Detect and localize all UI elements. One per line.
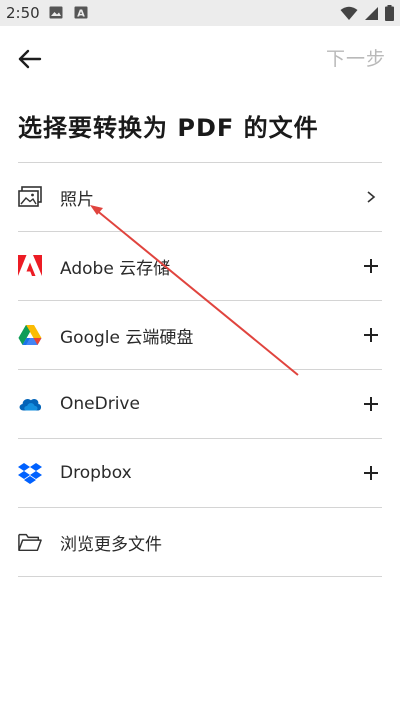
battery-icon	[385, 5, 394, 21]
next-step-button[interactable]: 下一步	[326, 44, 386, 71]
photo-icon	[18, 185, 42, 209]
a-notification-icon: A	[74, 6, 88, 19]
back-button[interactable]	[14, 44, 46, 74]
plus-icon[interactable]	[362, 395, 380, 413]
source-label-adobe-cloud: Adobe 云存储	[60, 258, 171, 279]
source-item-google-drive[interactable]: Google 云端硬盘	[18, 301, 382, 370]
source-label-google-drive: Google 云端硬盘	[60, 327, 194, 348]
source-item-onedrive[interactable]: OneDrive	[18, 370, 382, 439]
wifi-icon	[340, 6, 358, 20]
svg-text:A: A	[77, 9, 85, 20]
source-item-browse-files[interactable]: 浏览更多文件	[18, 508, 382, 577]
folder-icon	[18, 530, 42, 554]
onedrive-icon	[18, 392, 42, 416]
source-label-dropbox: Dropbox	[60, 463, 132, 483]
source-item-adobe-cloud[interactable]: Adobe 云存储	[18, 232, 382, 301]
plus-icon[interactable]	[362, 464, 380, 482]
chevron-right-icon	[362, 188, 380, 206]
source-list: 照片 Adobe 云存储 Google 云端硬盘 OneDrive Dropbo…	[18, 162, 382, 577]
status-time: 2:50	[6, 4, 40, 22]
page-title: 选择要转换为 PDF 的文件	[18, 114, 319, 142]
plus-icon[interactable]	[362, 257, 380, 275]
source-label-photos: 照片	[60, 189, 94, 210]
arrow-left-icon	[18, 49, 42, 69]
google-drive-icon	[18, 323, 42, 347]
status-bar: 2:50 A	[0, 0, 400, 26]
source-item-dropbox[interactable]: Dropbox	[18, 439, 382, 508]
signal-icon	[365, 6, 378, 20]
source-label-onedrive: OneDrive	[60, 394, 140, 414]
adobe-logo-icon	[18, 254, 42, 278]
plus-icon[interactable]	[362, 326, 380, 344]
source-item-photos[interactable]: 照片	[18, 163, 382, 232]
source-label-browse-files: 浏览更多文件	[60, 534, 162, 555]
dropbox-icon	[18, 461, 42, 485]
image-notification-icon	[49, 6, 63, 19]
